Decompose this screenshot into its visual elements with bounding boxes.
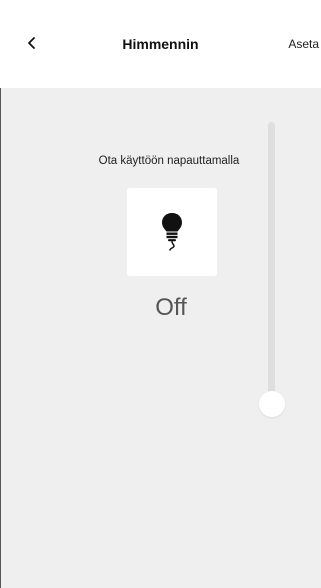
back-button[interactable] [22, 33, 42, 53]
tap-hint-text: Ota käyttöön napauttamalla [98, 155, 240, 167]
app-header: Himmennin Aseta [0, 0, 321, 88]
dimmer-slider-thumb[interactable] [259, 391, 285, 417]
light-bulb-icon [162, 213, 182, 251]
power-toggle-button[interactable] [127, 188, 217, 276]
settings-button[interactable]: Aseta [288, 37, 319, 51]
power-state-label: Off [155, 294, 187, 321]
dimmer-slider-track[interactable] [268, 122, 275, 404]
device-panel: Ota käyttöön napauttamalla Off [0, 88, 321, 588]
chevron-left-icon [28, 37, 35, 49]
page-title: Himmennin [122, 36, 199, 52]
